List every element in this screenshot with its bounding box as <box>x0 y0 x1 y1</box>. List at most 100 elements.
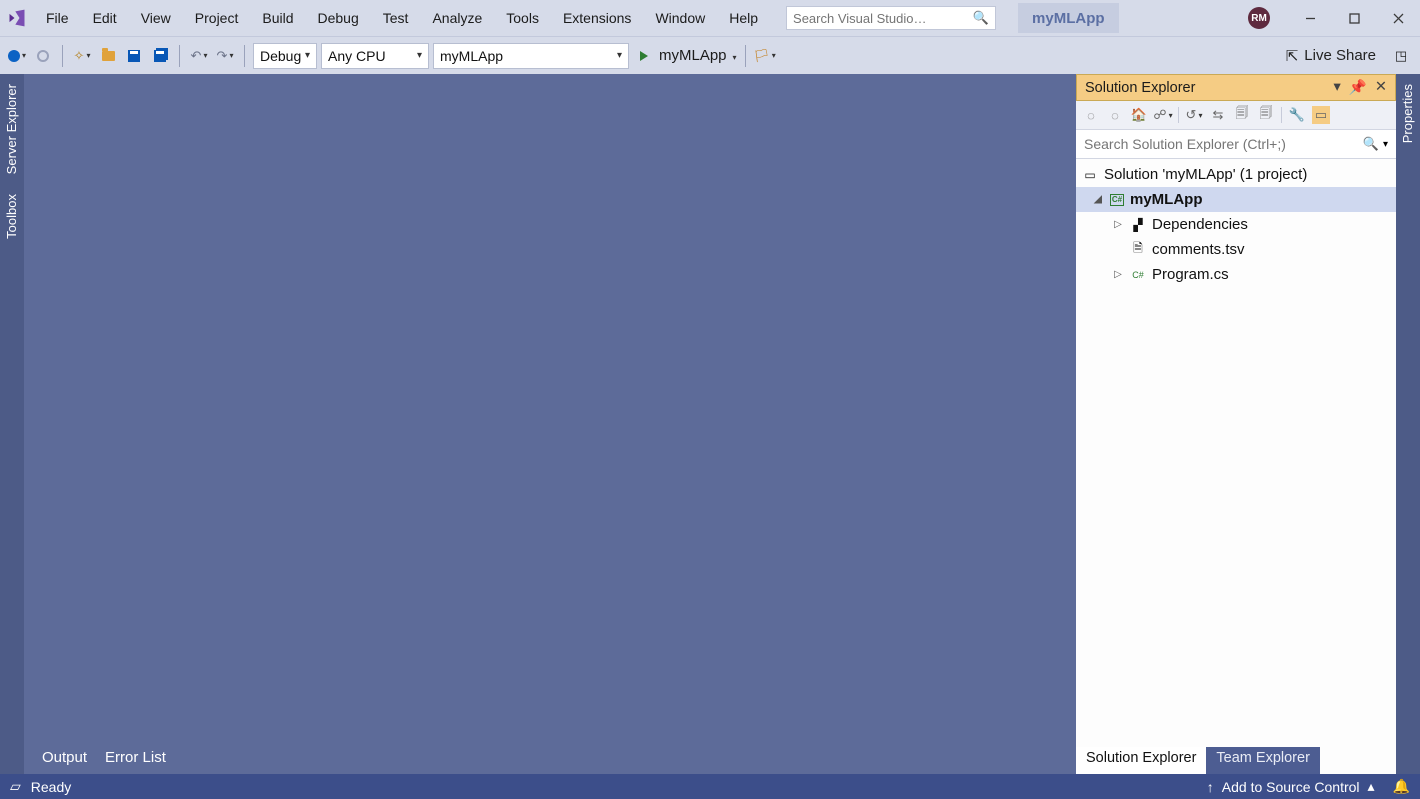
open-file-button[interactable] <box>97 45 119 67</box>
file-icon: 🗎 <box>1130 242 1146 258</box>
pin-icon[interactable]: 📌 <box>1349 79 1367 96</box>
status-bar: ▱ Ready ↑ Add to Source Control ▴ 🔔 <box>0 774 1420 799</box>
solution-explorer-bottom-tabs: Solution Explorer Team Explorer <box>1076 747 1396 774</box>
save-all-button[interactable] <box>149 45 171 67</box>
vs-logo-icon <box>0 8 34 28</box>
search-icon: 🔍 <box>1363 136 1379 152</box>
se-back-icon[interactable]: ◌ <box>1082 106 1100 124</box>
solution-tree: ▭ Solution 'myMLApp' (1 project) ◢ C# my… <box>1076 159 1396 747</box>
team-explorer-tab[interactable]: Team Explorer <box>1206 747 1319 774</box>
chevron-right-icon[interactable]: ▷ <box>1112 219 1124 230</box>
se-switch-view-icon[interactable]: ☍ <box>1154 106 1172 124</box>
output-tab[interactable]: Output <box>38 746 91 774</box>
solution-label: Solution 'myMLApp' (1 project) <box>1104 166 1307 183</box>
se-pending-changes-icon[interactable]: ↺ <box>1185 106 1203 124</box>
close-icon[interactable]: ✕ <box>1375 79 1387 96</box>
quick-launch-search[interactable]: 🔍 <box>786 6 996 30</box>
csharp-project-icon: C# <box>1110 194 1124 206</box>
file-node-program[interactable]: ▷ C# Program.cs <box>1076 262 1396 287</box>
quick-launch-input[interactable] <box>793 11 973 26</box>
main-menu: File Edit View Project Build Debug Test … <box>34 0 770 36</box>
dependencies-node[interactable]: ▷ ▞ Dependencies <box>1076 212 1396 237</box>
solution-node[interactable]: ▭ Solution 'myMLApp' (1 project) <box>1076 162 1396 187</box>
menu-build[interactable]: Build <box>250 0 305 36</box>
undo-button[interactable]: ↶ <box>188 45 210 67</box>
live-share-label: Live Share <box>1304 47 1376 64</box>
chevron-up-icon[interactable]: ▴ <box>1368 778 1375 795</box>
solution-explorer-title: Solution Explorer <box>1085 80 1195 96</box>
dependencies-label: Dependencies <box>1152 216 1248 233</box>
right-tool-wells: Properties <box>1396 74 1420 774</box>
publish-up-icon: ↑ <box>1207 779 1214 795</box>
se-sync-icon[interactable]: ⇆ <box>1209 106 1227 124</box>
platform-combo[interactable]: Any CPU▾ <box>321 43 429 69</box>
window-minimize-button[interactable] <box>1288 0 1332 36</box>
feedback-button[interactable]: ◳ <box>1390 45 1412 67</box>
solution-explorer-search[interactable]: 🔍▾ <box>1076 130 1396 159</box>
left-tool-wells: Server Explorer Toolbox <box>0 74 24 774</box>
live-share-button[interactable]: ⇱ Live Share <box>1276 47 1386 65</box>
add-to-source-control[interactable]: Add to Source Control <box>1222 779 1360 795</box>
solution-explorer-tab[interactable]: Solution Explorer <box>1076 747 1206 774</box>
menu-extensions[interactable]: Extensions <box>551 0 643 36</box>
solution-icon: ▭ <box>1082 167 1098 183</box>
solution-explorer-titlebar[interactable]: Solution Explorer ▾ 📌 ✕ <box>1076 74 1396 101</box>
chevron-down-icon[interactable]: ◢ <box>1092 194 1104 205</box>
main-area: Server Explorer Toolbox Output Error Lis… <box>0 74 1420 774</box>
nav-forward-button[interactable] <box>32 45 54 67</box>
menu-file[interactable]: File <box>34 0 81 36</box>
nav-back-button[interactable] <box>6 45 28 67</box>
solution-explorer-panel: Solution Explorer ▾ 📌 ✕ ◌ ◌ 🏠 ☍ ↺ ⇆ 🗐 🗐 … <box>1076 74 1396 774</box>
live-share-icon: ⇱ <box>1286 47 1299 65</box>
menu-analyze[interactable]: Analyze <box>420 0 494 36</box>
window-maximize-button[interactable] <box>1332 0 1376 36</box>
project-node[interactable]: ◢ C# myMLApp <box>1076 187 1396 212</box>
configuration-value: Debug <box>260 48 301 64</box>
start-target-dropdown[interactable] <box>731 48 737 63</box>
file-node-comments[interactable]: 🗎 comments.tsv <box>1076 237 1396 262</box>
server-explorer-tab[interactable]: Server Explorer <box>0 74 24 184</box>
window-position-icon[interactable]: ▾ <box>1334 79 1341 96</box>
menu-test[interactable]: Test <box>371 0 421 36</box>
project-label: myMLApp <box>1130 191 1203 208</box>
new-project-button[interactable]: ✧ <box>71 45 93 67</box>
solution-explorer-search-input[interactable] <box>1084 136 1363 152</box>
file-label: comments.tsv <box>1152 241 1245 258</box>
status-text: Ready <box>31 779 71 795</box>
startup-project-combo[interactable]: myMLApp▾ <box>433 43 629 69</box>
platform-value: Any CPU <box>328 48 386 64</box>
se-preview-icon[interactable]: ▭ <box>1312 106 1330 124</box>
se-refresh-icon[interactable]: 🗐 <box>1233 106 1251 124</box>
toolbox-tab[interactable]: Toolbox <box>0 184 24 249</box>
start-debug-button[interactable] <box>633 45 655 67</box>
menu-help[interactable]: Help <box>717 0 770 36</box>
standard-toolbar: ✧ ↶ ↷ Debug▾ Any CPU▾ myMLApp▾ myMLApp 🏳… <box>0 36 1420 74</box>
notifications-icon[interactable]: 🔔 <box>1393 778 1410 795</box>
menu-edit[interactable]: Edit <box>81 0 129 36</box>
redo-button[interactable]: ↷ <box>214 45 236 67</box>
user-avatar[interactable]: RM <box>1248 7 1270 29</box>
se-forward-icon[interactable]: ◌ <box>1106 106 1124 124</box>
bottom-tool-tabs: Output Error List <box>38 744 170 774</box>
csharp-file-icon: C# <box>1130 267 1146 283</box>
menu-debug[interactable]: Debug <box>306 0 371 36</box>
properties-tab[interactable]: Properties <box>1396 74 1419 153</box>
se-properties-icon[interactable]: 🔧 <box>1288 106 1306 124</box>
window-close-button[interactable] <box>1376 0 1420 36</box>
menu-tools[interactable]: Tools <box>494 0 551 36</box>
se-home-icon[interactable]: 🏠 <box>1130 106 1148 124</box>
se-collapse-icon[interactable]: 🗐 <box>1257 106 1275 124</box>
document-area: Output Error List <box>24 74 1076 774</box>
menu-view[interactable]: View <box>129 0 183 36</box>
error-list-tab[interactable]: Error List <box>101 746 170 774</box>
search-icon: 🔍 <box>973 10 989 26</box>
save-button[interactable] <box>123 45 145 67</box>
start-target-label[interactable]: myMLApp <box>659 47 727 64</box>
find-in-files-button[interactable]: 🏳 <box>754 45 776 67</box>
chevron-right-icon[interactable]: ▷ <box>1112 269 1124 280</box>
menu-window[interactable]: Window <box>643 0 717 36</box>
status-mode-icon: ▱ <box>10 778 21 795</box>
menu-project[interactable]: Project <box>183 0 251 36</box>
solution-name-chip: myMLApp <box>1018 3 1119 33</box>
configuration-combo[interactable]: Debug▾ <box>253 43 317 69</box>
